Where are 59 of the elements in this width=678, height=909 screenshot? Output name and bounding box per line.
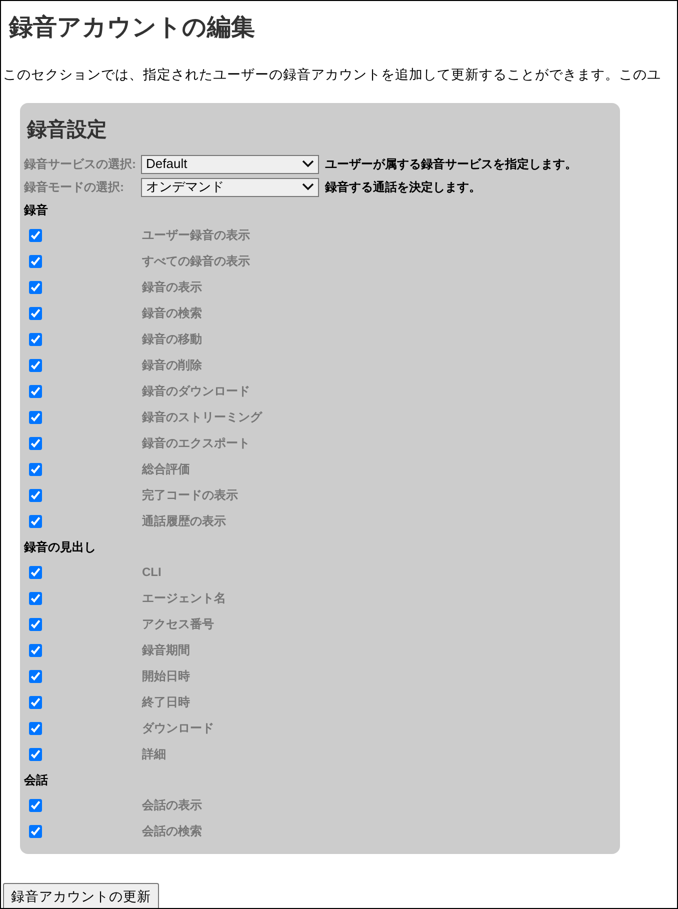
- section-heading: 録音の見出し: [24, 538, 96, 556]
- select-field[interactable]: Default: [141, 154, 319, 174]
- permission-label: 録音の表示: [142, 279, 202, 296]
- permission-label: 開始日時: [142, 668, 190, 685]
- permission-label: 終了日時: [142, 694, 190, 711]
- checkbox[interactable]: [29, 436, 42, 450]
- section-heading: 会話: [24, 772, 48, 788]
- chevron-down-icon: [302, 183, 314, 191]
- checkbox[interactable]: [29, 488, 42, 502]
- intro-text: このセクションでは、指定されたユーザーの録音アカウントを追加して更新することができます。このユ: [3, 66, 661, 84]
- checkbox[interactable]: [29, 254, 42, 268]
- permission-label: CLI: [142, 564, 162, 581]
- checkbox[interactable]: [29, 306, 42, 320]
- permission-label: 詳細: [142, 746, 166, 763]
- permission-label: すべての録音の表示: [142, 253, 250, 270]
- permission-label: 通話履歴の表示: [142, 513, 226, 530]
- select-field[interactable]: オンデマンド: [141, 178, 319, 196]
- checkbox[interactable]: [29, 618, 42, 630]
- checkbox[interactable]: [29, 566, 42, 578]
- checkbox[interactable]: [29, 358, 42, 372]
- permission-label: 録音期間: [142, 642, 190, 659]
- checkbox[interactable]: [29, 644, 42, 656]
- checkbox[interactable]: [29, 228, 42, 242]
- panel-title: 録音設定: [27, 118, 107, 143]
- checkbox[interactable]: [29, 722, 42, 734]
- checkbox[interactable]: [29, 748, 42, 760]
- permission-label: ダウンロード: [142, 720, 214, 737]
- permission-label: 完了コードの表示: [142, 487, 238, 504]
- field-label: 録音サービスの選択:: [24, 156, 137, 173]
- field-label: 録音モードの選択:: [24, 179, 125, 196]
- permission-label: 録音のダウンロード: [142, 383, 250, 400]
- permission-label: アクセス番号: [142, 616, 214, 633]
- checkbox[interactable]: [29, 592, 42, 604]
- checkbox[interactable]: [29, 670, 42, 682]
- checkbox[interactable]: [29, 280, 42, 294]
- permission-label: 会話の表示: [142, 797, 202, 814]
- permission-label: エージェント名: [142, 590, 226, 607]
- checkbox[interactable]: [29, 696, 42, 708]
- checkbox[interactable]: [29, 410, 42, 424]
- field-description: ユーザーが属する録音サービスを指定します。: [325, 156, 577, 173]
- permission-label: 録音のストリーミング: [142, 409, 262, 426]
- permission-label: 録音の削除: [142, 357, 202, 374]
- permission-label: 録音のエクスポート: [142, 435, 250, 452]
- chevron-down-icon: [302, 160, 314, 168]
- update-account-button[interactable]: 録音アカウントの更新: [3, 883, 159, 908]
- checkbox[interactable]: [29, 514, 42, 528]
- permission-label: 録音の検索: [142, 305, 202, 322]
- field-description: 録音する通話を決定します。: [325, 179, 481, 196]
- permission-label: 総合評価: [142, 461, 190, 478]
- checkbox[interactable]: [29, 798, 42, 812]
- section-heading: 録音: [24, 202, 48, 218]
- permission-label: 会話の検索: [142, 823, 202, 840]
- checkbox[interactable]: [29, 462, 42, 476]
- permission-label: ユーザー録音の表示: [142, 227, 250, 244]
- checkbox[interactable]: [29, 824, 42, 838]
- checkbox[interactable]: [29, 384, 42, 398]
- permission-label: 録音の移動: [142, 331, 202, 348]
- page-title: 録音アカウントの編集: [9, 13, 255, 43]
- checkbox[interactable]: [29, 332, 42, 346]
